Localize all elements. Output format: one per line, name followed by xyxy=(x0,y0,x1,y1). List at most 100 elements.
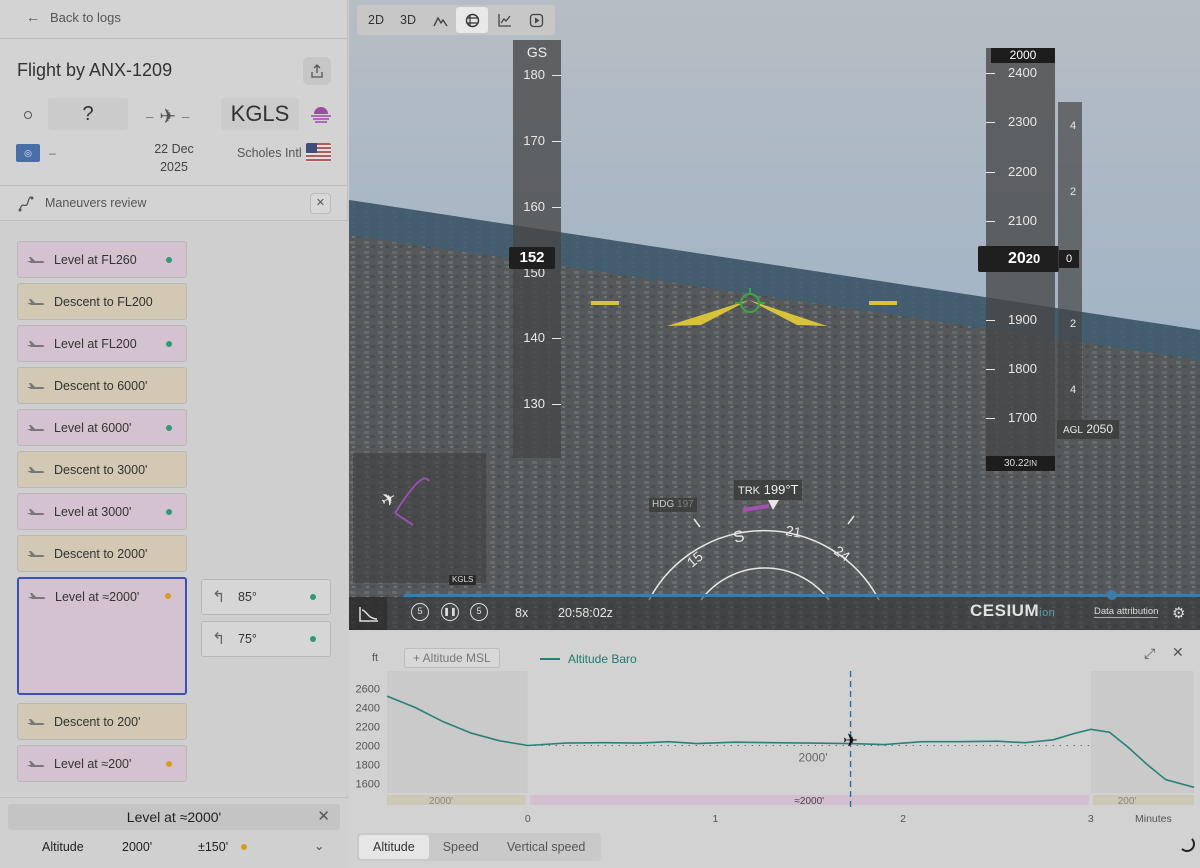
baro-unit: IN xyxy=(1029,459,1038,468)
pause-button[interactable]: ❚❚ xyxy=(441,603,459,621)
chevron-down-icon[interactable]: ⌄ xyxy=(314,838,324,853)
route-indicator: – ✈ – xyxy=(146,104,189,129)
close-icon: ✕ xyxy=(315,197,326,209)
current-vertical-speed: 0 xyxy=(1059,250,1079,268)
destination-name: Scholes Intl xyxy=(237,146,302,160)
turn-left-icon: ↰ xyxy=(212,589,226,606)
forward-button[interactable]: 5 xyxy=(470,603,488,621)
maneuver-label: Descent to 6000' xyxy=(54,378,148,393)
trend-chart-icon xyxy=(497,13,511,27)
maneuvers-review-title: Maneuvers review xyxy=(45,196,147,210)
date-day: 22 Dec xyxy=(154,142,194,156)
minimap-airport-label: KGLS xyxy=(449,575,477,585)
minimap-route: ✈ xyxy=(377,477,430,526)
minimap[interactable]: ✈ KGLS xyxy=(353,453,486,585)
x-tick-label: 3 xyxy=(1088,813,1094,825)
turn-item[interactable]: ↰ 75° xyxy=(201,621,331,657)
selected-altitude: 2000 xyxy=(991,48,1055,63)
terrain-button[interactable] xyxy=(424,7,456,33)
maneuver-item[interactable]: Level at ≈200' xyxy=(17,745,187,782)
tab-vertical-speed[interactable]: Vertical speed xyxy=(493,835,600,859)
baro-setting: 30.22IN xyxy=(986,456,1055,471)
close-maneuvers-button[interactable]: ✕ xyxy=(310,193,331,214)
status-dot xyxy=(166,509,172,515)
maneuver-item[interactable]: Descent to 200' xyxy=(17,703,187,740)
globe-button[interactable] xyxy=(456,7,488,33)
reference-label: 2000' xyxy=(799,751,828,765)
origin-marker-icon xyxy=(24,111,32,119)
rewind-button[interactable]: 5 xyxy=(411,603,429,621)
status-dot xyxy=(241,844,247,850)
maneuver-item[interactable]: Level at 6000' xyxy=(17,409,187,446)
speed-tick-mark xyxy=(552,404,561,405)
share-button[interactable] xyxy=(303,57,331,85)
share-icon xyxy=(311,64,323,78)
tab-altitude[interactable]: Altitude xyxy=(359,835,429,859)
detail-tolerance: ±150' xyxy=(198,840,229,854)
speed-label: GS xyxy=(526,44,548,60)
band-segment xyxy=(387,795,526,805)
detail-param: Altitude xyxy=(42,840,84,854)
airplane-side-icon xyxy=(27,340,45,347)
maneuver-label: Level at 6000' xyxy=(54,420,132,435)
maneuver-item[interactable]: Descent to 2000' xyxy=(17,535,187,572)
brand-name: CESIUM xyxy=(970,601,1040,620)
altitude-tick-mark xyxy=(986,320,995,321)
toggle-chart-button[interactable] xyxy=(349,597,387,630)
cesium-logo: CESIUMion xyxy=(970,601,1055,621)
arrow-left-icon: ← xyxy=(26,9,40,25)
altitude-tick-mark xyxy=(986,172,995,173)
data-attribution-link[interactable]: Data attribution xyxy=(1094,606,1159,618)
maneuver-item[interactable]: Level at ≈2000' xyxy=(17,577,187,695)
playback-progress-track[interactable] xyxy=(404,594,1200,597)
heading-readout: HDG 197 xyxy=(649,498,697,512)
destination-code: KGLS xyxy=(221,98,299,130)
airplane-side-icon xyxy=(27,760,45,767)
sidebar: ← Back to logs Flight by ANX-1209 ? – ✈ … xyxy=(0,0,348,868)
view-3d-button[interactable]: 3D xyxy=(392,7,424,33)
loading-spinner-icon xyxy=(1179,836,1195,852)
altitude-chart[interactable]: 1600 1800 2000 2200 2400 2600 0 1 2 3 2000' ≈2000' 2… xyxy=(349,631,1200,831)
vs-tick: 2 xyxy=(1070,186,1077,198)
turn-item[interactable]: ↰ 85° xyxy=(201,579,331,615)
tab-speed[interactable]: Speed xyxy=(429,835,493,859)
flight-date: 22 Dec 2025 xyxy=(140,140,208,176)
y-tick-label: 2200 xyxy=(356,722,380,734)
speed-tick-mark xyxy=(552,75,561,76)
settings-gear-icon[interactable]: ⚙ xyxy=(1172,604,1185,622)
maneuver-item[interactable]: Level at FL260 xyxy=(17,241,187,278)
maneuver-item[interactable]: Level at 3000' xyxy=(17,493,187,530)
flight-3d-view[interactable]: 15 S 21 24 2D 3D GS 180 170 160 150 140 … xyxy=(349,0,1200,630)
maneuver-item[interactable]: Descent to FL200 xyxy=(17,283,187,320)
maneuver-label: Descent to 200' xyxy=(54,714,141,729)
maneuver-item[interactable]: Level at FL200 xyxy=(17,325,187,362)
close-detail-button[interactable]: ✕ xyxy=(317,807,330,825)
origin-name: – xyxy=(49,146,56,160)
detail-row-altitude[interactable]: Altitude 2000' ±150' ⌄ xyxy=(8,834,340,860)
un-flag-icon: ◎ xyxy=(16,144,40,162)
route-dash: – xyxy=(146,109,154,124)
status-dot xyxy=(166,341,172,347)
band-segment xyxy=(1092,795,1194,805)
back-to-logs-link[interactable]: ← Back to logs xyxy=(26,9,121,25)
status-dot xyxy=(166,257,172,263)
chart-button[interactable] xyxy=(488,7,520,33)
status-dot xyxy=(165,593,171,599)
maneuver-item[interactable]: Descent to 3000' xyxy=(17,451,187,488)
compass-label: 21 xyxy=(784,522,802,540)
altitude-tick: 2200 xyxy=(1008,164,1037,179)
altitude-chart-panel: ft + Altitude MSL Altitude Baro ⤢ ✕ 1600… xyxy=(349,631,1200,868)
y-tick-label: 2600 xyxy=(356,684,380,696)
playback-speed[interactable]: 8x xyxy=(515,606,528,620)
origin-code: ? xyxy=(48,98,128,130)
maneuver-item[interactable]: Descent to 6000' xyxy=(17,367,187,404)
pause-icon: ❚❚ xyxy=(441,603,459,621)
close-icon: ✕ xyxy=(317,808,330,825)
vs-tick: 4 xyxy=(1070,120,1077,132)
inactive-region xyxy=(387,671,528,793)
detail-title: Level at ≈2000' xyxy=(126,809,222,825)
airplane-side-icon xyxy=(27,256,45,263)
play-view-button[interactable] xyxy=(520,7,552,33)
view-2d-button[interactable]: 2D xyxy=(360,7,392,33)
current-speed: 152 xyxy=(509,247,555,269)
